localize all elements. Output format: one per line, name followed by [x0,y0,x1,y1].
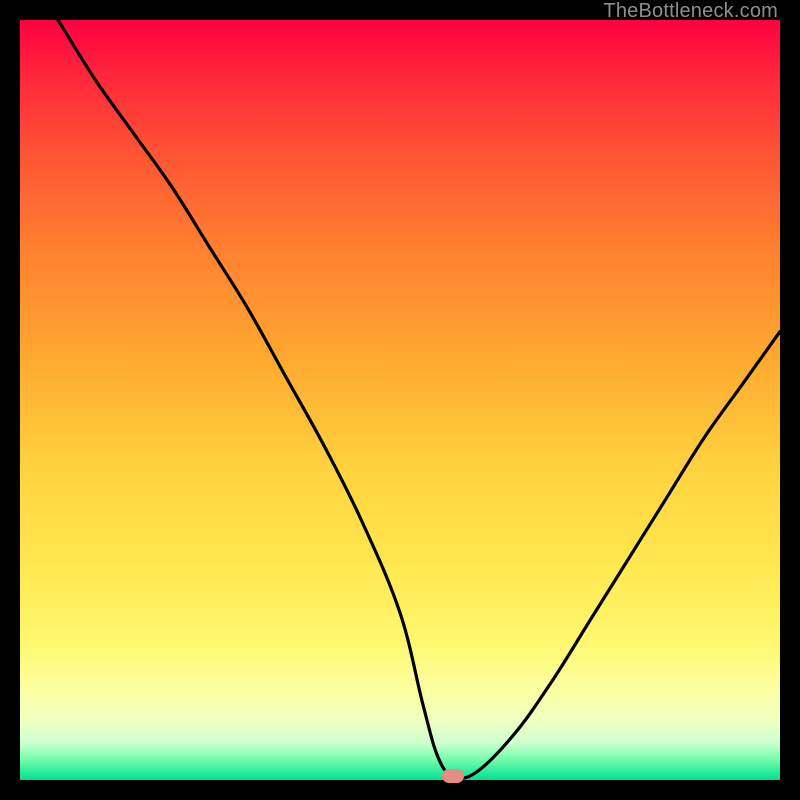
plot-area [20,20,780,780]
optimal-point-marker [442,769,464,783]
chart-container: TheBottleneck.com [0,0,800,800]
curve-svg [20,20,780,780]
bottleneck-curve-path [58,20,780,778]
